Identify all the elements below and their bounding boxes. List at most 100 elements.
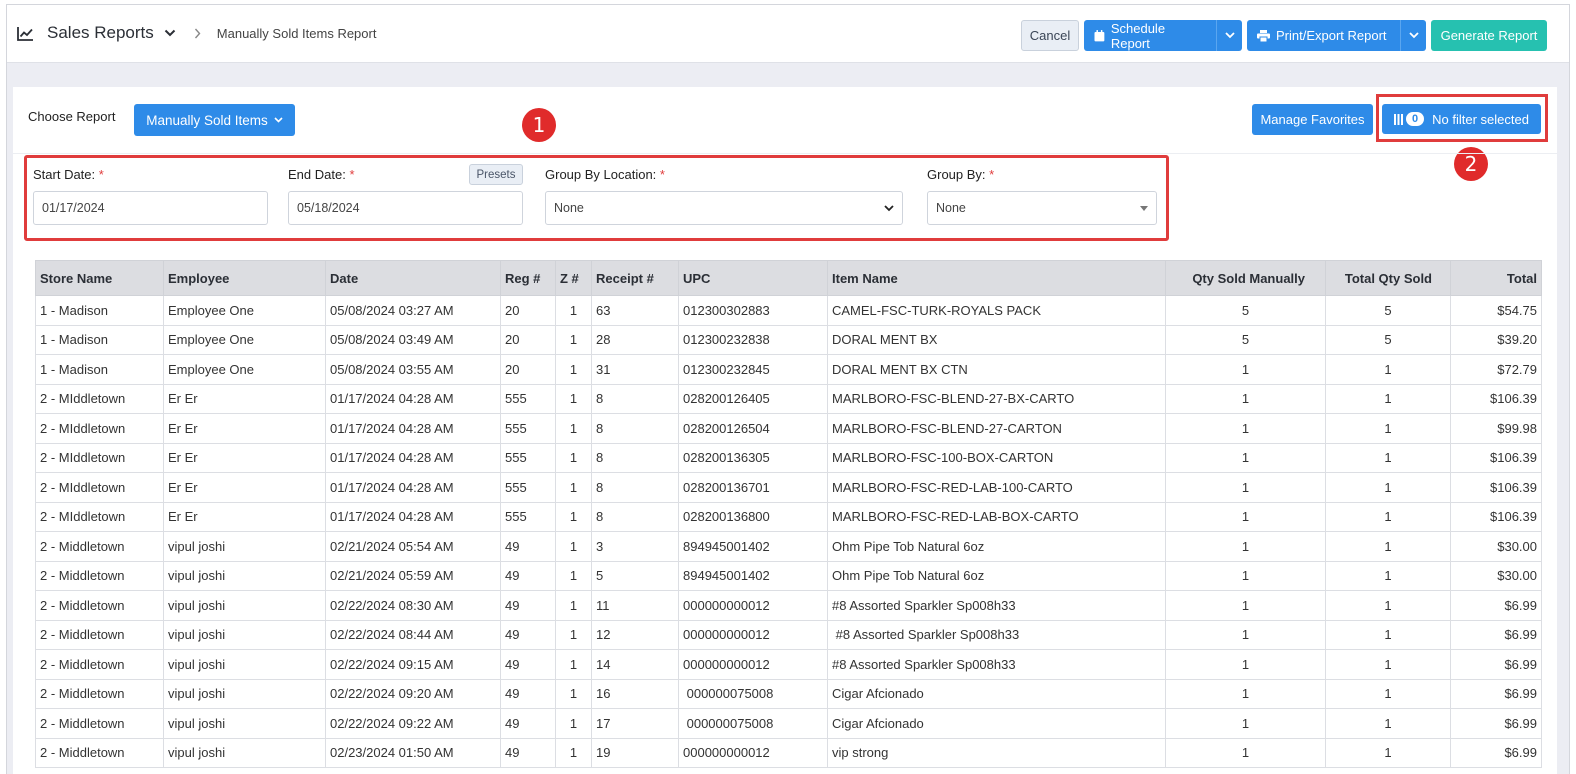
- table-cell: 20: [500, 295, 556, 326]
- table-cell: $6.99: [1450, 649, 1542, 680]
- column-header[interactable]: Item Name: [827, 260, 1166, 296]
- table-cell: 02/21/2024 05:59 AM: [325, 560, 501, 591]
- column-header[interactable]: Reg #: [500, 260, 556, 296]
- table-cell: 49: [500, 708, 556, 739]
- table-cell: 1: [1325, 560, 1451, 591]
- table-cell: 1: [1325, 383, 1451, 414]
- column-header[interactable]: Receipt #: [591, 260, 679, 296]
- table-cell: 12: [591, 619, 679, 650]
- report-table: Store Name Employee Date Reg # Z # Receipt # U…: [35, 260, 1542, 768]
- column-header[interactable]: Store Name: [35, 260, 164, 296]
- table-cell: $6.99: [1450, 590, 1542, 621]
- print-export-button[interactable]: Print/Export Report: [1247, 20, 1426, 51]
- table-cell: Cigar Afcionado: [827, 678, 1166, 709]
- column-header[interactable]: UPC: [678, 260, 828, 296]
- end-date-input[interactable]: 05/18/2024: [288, 191, 523, 225]
- table-row: 2 - MIddletown Er Er 01/17/2024 04:28 AM 55…: [35, 383, 1542, 414]
- table-cell: 1: [1325, 708, 1451, 739]
- breadcrumb: Sales Reports Manually Sold Items Report: [17, 23, 376, 43]
- table-cell: $106.39: [1450, 442, 1542, 473]
- table-cell: $99.98: [1450, 413, 1542, 444]
- table-cell: 555: [500, 413, 556, 444]
- table-row: 2 - MIddletown Er Er 01/17/2024 04:28 AM 55…: [35, 442, 1542, 473]
- table-cell: MARLBORO-FSC-BLEND-27-BX-CARTO: [827, 383, 1166, 414]
- table-cell: $6.99: [1450, 619, 1542, 650]
- generate-report-button[interactable]: Generate Report: [1431, 20, 1547, 51]
- report-table-container: Store Name Employee Date Reg # Z # Receipt # U…: [35, 260, 1547, 768]
- table-cell: 1: [1325, 737, 1451, 768]
- chevron-down-icon: [1225, 32, 1235, 39]
- start-date-input[interactable]: 01/17/2024: [33, 191, 268, 225]
- table-cell: 02/22/2024 09:15 AM: [325, 649, 501, 680]
- table-cell: 1: [1325, 619, 1451, 650]
- table-cell: 05/08/2024 03:49 AM: [325, 324, 501, 355]
- chevron-down-icon[interactable]: [164, 29, 176, 37]
- table-row: 2 - Middletown vipul joshi 02/21/2024 05:5…: [35, 560, 1542, 591]
- table-cell: MARLBORO-FSC-100-BOX-CARTON: [827, 442, 1166, 473]
- table-cell: 01/17/2024 04:28 AM: [325, 442, 501, 473]
- table-cell: 1: [555, 531, 592, 562]
- table-cell: 8: [591, 413, 679, 444]
- report-panel: Choose Report Manually Sold Items 1 Mana…: [13, 87, 1557, 774]
- table-cell: 01/17/2024 04:28 AM: [325, 501, 501, 532]
- filter-button[interactable]: 0 No filter selected: [1382, 104, 1541, 134]
- table-cell: 1: [1165, 590, 1326, 621]
- calendar-icon: [1094, 29, 1105, 41]
- presets-button[interactable]: Presets: [469, 164, 523, 185]
- table-cell: MARLBORO-FSC-BLEND-27-CARTON: [827, 413, 1166, 444]
- print-export-dropdown[interactable]: [1400, 20, 1426, 51]
- schedule-report-dropdown[interactable]: [1216, 20, 1242, 51]
- table-cell: 5: [1325, 324, 1451, 355]
- table-cell: 1: [555, 619, 592, 650]
- schedule-report-button[interactable]: Schedule Report: [1084, 20, 1242, 51]
- table-cell: 1: [1325, 590, 1451, 621]
- table-cell: 012300302883: [678, 295, 828, 326]
- table-cell: 2 - Middletown: [35, 649, 164, 680]
- group-by-select[interactable]: None: [927, 191, 1157, 225]
- table-cell: 028200136800: [678, 501, 828, 532]
- table-cell: 1: [1165, 708, 1326, 739]
- schedule-report-label: Schedule Report: [1110, 20, 1166, 51]
- page-title[interactable]: Sales Reports: [47, 23, 154, 43]
- column-header[interactable]: Total: [1450, 260, 1542, 296]
- table-cell: 11: [591, 590, 679, 621]
- table-cell: 02/22/2024 09:20 AM: [325, 678, 501, 709]
- table-cell: Er Er: [163, 501, 326, 532]
- column-header[interactable]: Employee: [163, 260, 326, 296]
- table-cell: 894945001402: [678, 531, 828, 562]
- table-cell: 1 - Madison: [35, 354, 164, 385]
- line-chart-icon: [17, 26, 33, 41]
- table-cell: 1: [555, 442, 592, 473]
- table-row: 1 - Madison Employee One 05/08/2024 03:55 …: [35, 354, 1542, 385]
- table-cell: 1: [555, 649, 592, 680]
- table-cell: 000000000012: [678, 649, 828, 680]
- column-header[interactable]: Total Qty Sold: [1325, 260, 1451, 296]
- table-cell: 000000000012: [678, 590, 828, 621]
- table-cell: 1: [1165, 678, 1326, 709]
- table-cell: 1 - Madison: [35, 295, 164, 326]
- table-row: 2 - Middletown vipul joshi 02/22/2024 09:2…: [35, 708, 1542, 739]
- report-select-button[interactable]: Manually Sold Items: [134, 104, 295, 136]
- table-cell: Er Er: [163, 383, 326, 414]
- table-cell: $39.20: [1450, 324, 1542, 355]
- table-cell: #8 Assorted Sparkler Sp008h33: [827, 619, 1166, 650]
- table-cell: 1: [555, 472, 592, 503]
- table-cell: $6.99: [1450, 678, 1542, 709]
- column-header[interactable]: Qty Sold Manually: [1165, 260, 1326, 296]
- table-cell: Employee One: [163, 295, 326, 326]
- annotation-marker-1: 1: [522, 108, 556, 142]
- table-cell: 1: [555, 295, 592, 326]
- table-row: 2 - Middletown vipul joshi 02/21/2024 05:5…: [35, 531, 1542, 562]
- table-cell: vipul joshi: [163, 708, 326, 739]
- manage-favorites-button[interactable]: Manage Favorites: [1252, 104, 1373, 135]
- column-header[interactable]: Z #: [555, 260, 592, 296]
- table-cell: 1: [555, 560, 592, 591]
- table-cell: Er Er: [163, 413, 326, 444]
- table-cell: Ohm Pipe Tob Natural 6oz: [827, 531, 1166, 562]
- table-row: 2 - MIddletown Er Er 01/17/2024 04:28 AM 55…: [35, 472, 1542, 503]
- group-by-location-select[interactable]: None: [545, 191, 903, 225]
- table-cell: 19: [591, 737, 679, 768]
- cancel-button[interactable]: Cancel: [1021, 20, 1079, 51]
- column-header[interactable]: Date: [325, 260, 501, 296]
- table-cell: 1: [555, 678, 592, 709]
